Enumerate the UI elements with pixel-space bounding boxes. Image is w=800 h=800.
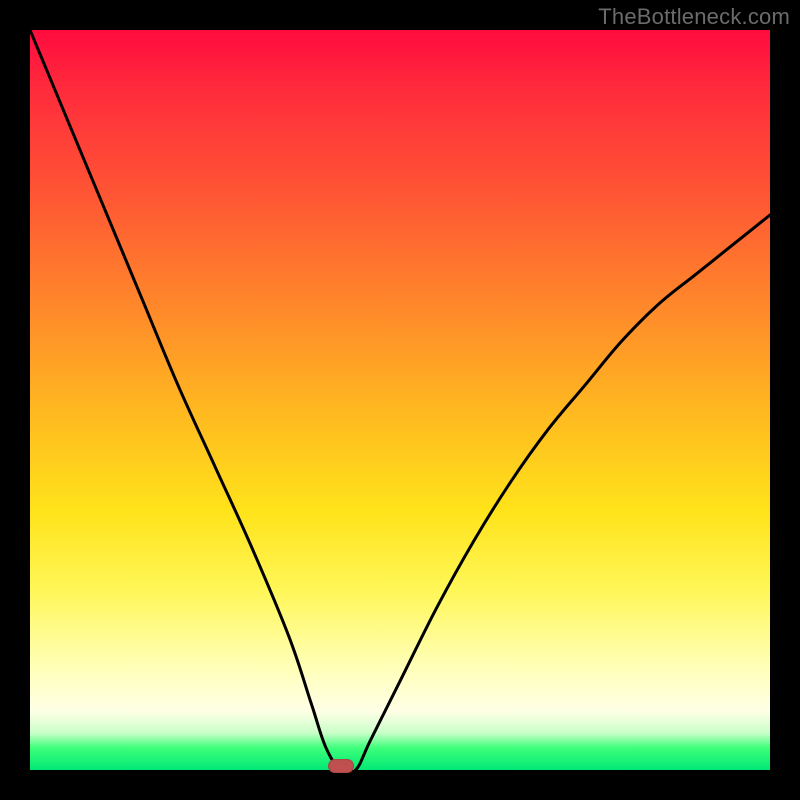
bottleneck-curve [30,30,770,770]
plot-area [30,30,770,770]
curve-svg [30,30,770,770]
watermark-text: TheBottleneck.com [598,4,790,30]
optimal-marker [328,759,354,773]
chart-frame: TheBottleneck.com [0,0,800,800]
